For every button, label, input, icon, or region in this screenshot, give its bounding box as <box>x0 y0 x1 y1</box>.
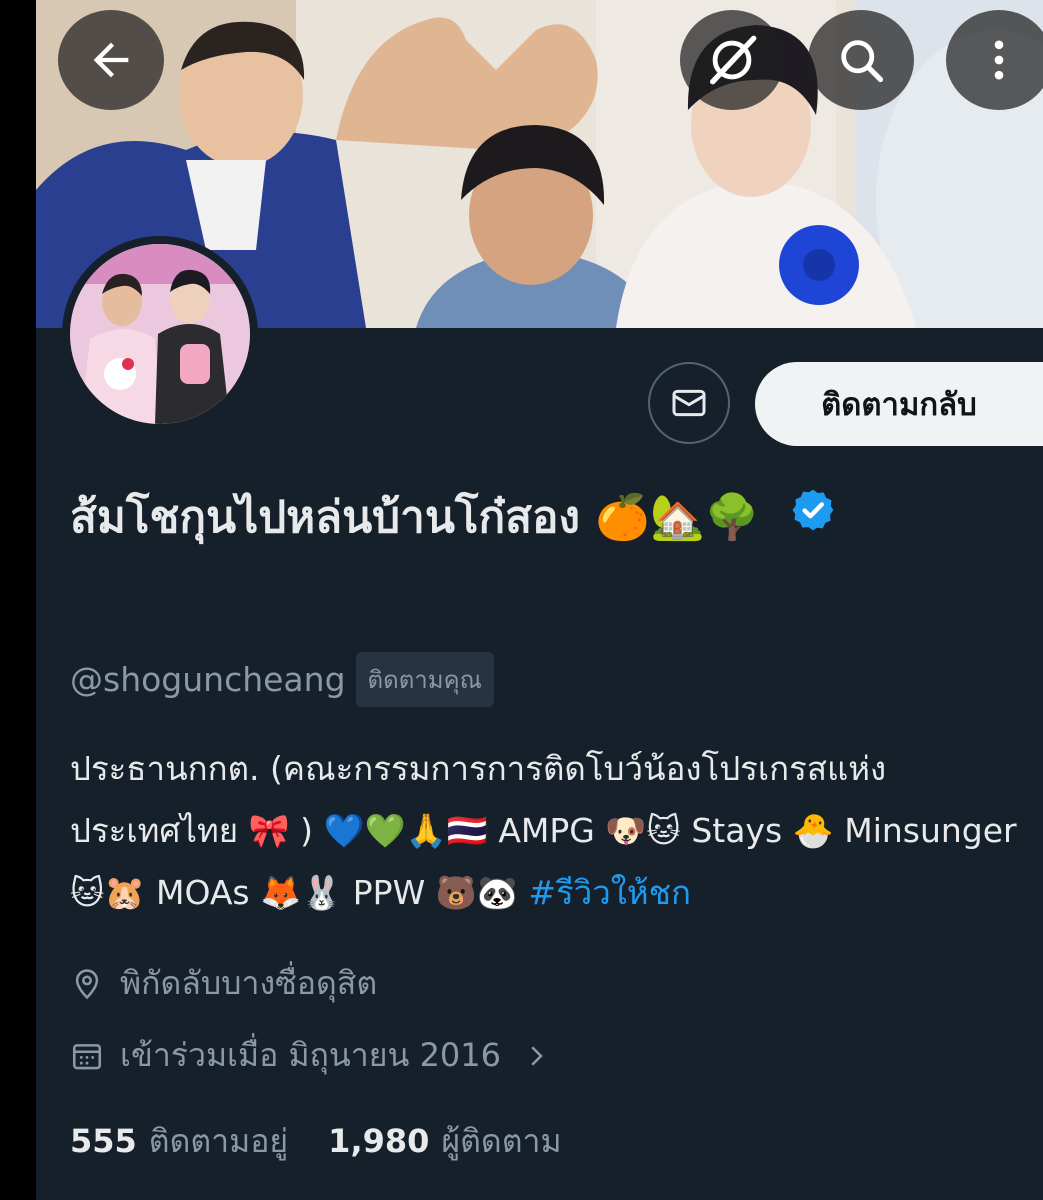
following-label: ติดตามอยู่ <box>148 1122 289 1160</box>
avatar-photo <box>70 244 250 424</box>
following-count: 555 <box>70 1122 137 1160</box>
message-button[interactable] <box>648 362 730 444</box>
avatar[interactable] <box>62 236 258 432</box>
grok-icon <box>710 35 757 85</box>
display-name-text: ส้มโชกุนไปหล่นบ้านโก๋สอง 🍊🏡🌳 <box>70 492 760 543</box>
chevron-right-icon <box>531 1045 543 1066</box>
follow-stats: 555 ติดตามอยู่ 1,980 ผู้ติดตาม <box>70 1116 562 1167</box>
joined-row[interactable]: เข้าร่วมเมื่อ มิถุนายน 2016 <box>70 1030 551 1081</box>
followers-count: 1,980 <box>328 1122 430 1160</box>
following-link[interactable]: 555 ติดตามอยู่ <box>70 1116 288 1167</box>
display-name: ส้มโชกุนไปหล่นบ้านโก๋สอง 🍊🏡🌳 <box>70 478 1000 560</box>
follows-you-badge: ติดตามคุณ <box>355 652 494 707</box>
left-edge <box>0 0 36 1200</box>
profile-screen: ติดตามกลับ ส้มโชกุนไปหล่นบ้านโก๋สอง 🍊🏡🌳 … <box>0 0 1043 1200</box>
more-vertical-icon <box>994 40 1004 80</box>
search-button[interactable] <box>808 10 914 110</box>
search-icon <box>841 40 884 83</box>
location-text: พิกัดลับบางซื่อดุสิต <box>120 964 378 1002</box>
followers-link[interactable]: 1,980 ผู้ติดตาม <box>328 1116 561 1167</box>
follow-back-label: ติดตามกลับ <box>821 387 977 423</box>
location-pin-icon <box>75 968 99 999</box>
calendar-icon <box>72 1043 102 1069</box>
handle-row: @shoguncheang ติดตามคุณ <box>70 652 494 707</box>
envelope-icon <box>672 389 706 417</box>
bio: ประธานกกต. (คณะกรรมการการติดโบว์น้องโปรเ… <box>70 738 1025 924</box>
follow-back-button[interactable]: ติดตามกลับ <box>755 362 1043 446</box>
verified-badge-icon[interactable] <box>789 480 837 560</box>
back-button[interactable] <box>58 10 164 110</box>
joined-text: เข้าร่วมเมื่อ มิถุนายน 2016 <box>120 1036 501 1074</box>
profile-pane: ติดตามกลับ ส้มโชกุนไปหล่นบ้านโก๋สอง 🍊🏡🌳 … <box>36 0 1043 1200</box>
bio-hashtag-link[interactable]: #รีวิวให้ชก <box>528 873 691 912</box>
more-options-button[interactable] <box>946 10 1043 110</box>
followers-label: ผู้ติดตาม <box>441 1122 562 1160</box>
grok-button[interactable] <box>680 10 784 110</box>
location-row: พิกัดลับบางซื่อดุสิต <box>70 958 377 1009</box>
handle: @shoguncheang <box>70 660 346 699</box>
arrow-left-icon <box>93 42 129 78</box>
